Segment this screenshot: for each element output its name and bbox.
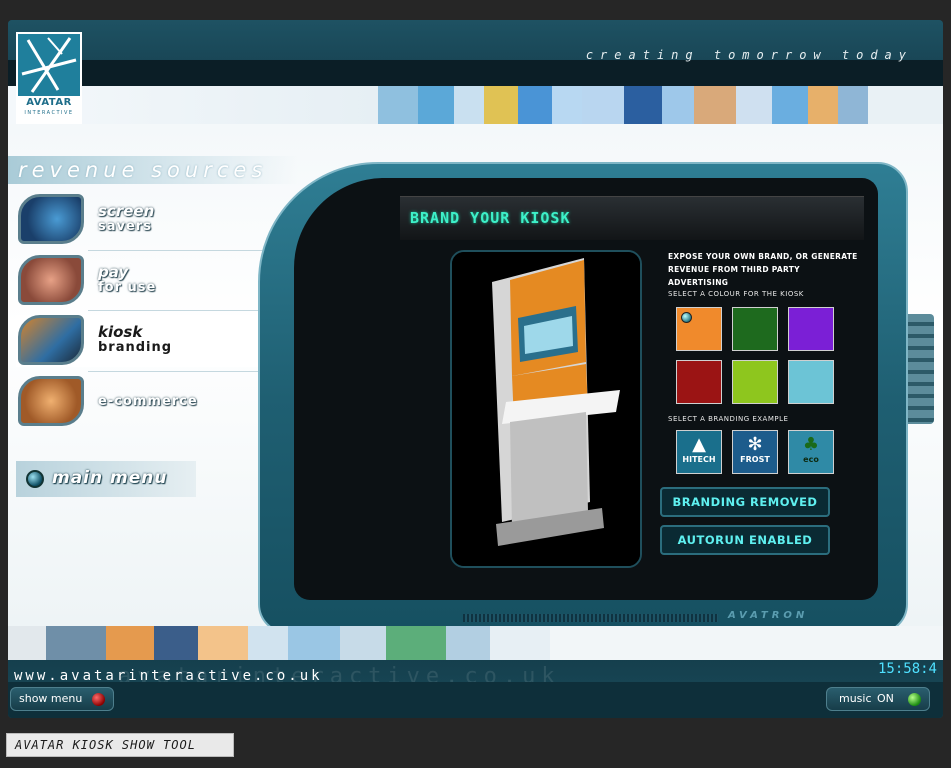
header-bar: creating tomorrow today xyxy=(8,20,943,86)
nav-label-line2: e-commerce xyxy=(98,394,198,409)
music-toggle-button[interactable]: music ON xyxy=(826,687,930,711)
avatar-logo: AVATAR INTERACTIVE xyxy=(16,32,82,126)
chevron-up-icon: ▲ xyxy=(692,434,706,455)
window-frame: creating tomorrow today AVATAR INTERACTI… xyxy=(0,0,951,768)
kiosk-preview xyxy=(450,250,642,568)
e-commerce-thumbnail xyxy=(18,376,84,426)
branding-label: SELECT A BRANDING EXAMPLE xyxy=(668,415,789,423)
colour-label: SELECT A COLOUR FOR THE KIOSK xyxy=(668,290,804,298)
panel-title: BRAND YOUR KIOSK xyxy=(410,209,571,227)
main-content: revenue sources screen savers pay for us… xyxy=(8,124,943,634)
logo-subtitle: INTERACTIVE xyxy=(24,110,74,116)
nav-label-line1: kiosk xyxy=(98,323,143,341)
brand-frost-button[interactable]: ✻ FROST xyxy=(732,430,778,474)
colour-swatch-light-blue[interactable] xyxy=(788,360,834,404)
brand-eco-button[interactable]: ♣ eco xyxy=(788,430,834,474)
nav-label-line2: for use xyxy=(98,280,157,295)
nav-label-line1: screen xyxy=(98,202,155,220)
app-screen: creating tomorrow today AVATAR INTERACTI… xyxy=(8,20,943,718)
nav-label: kiosk branding xyxy=(98,323,173,356)
pay-for-use-thumbnail xyxy=(18,255,84,305)
header-band xyxy=(8,60,943,86)
music-label: music xyxy=(839,692,872,705)
kiosk-branding-thumbnail xyxy=(18,315,84,365)
main-menu-button[interactable]: main menu xyxy=(16,461,196,497)
nav-label: e-commerce xyxy=(98,394,198,409)
nav-item-screen-savers[interactable]: screen savers xyxy=(16,194,286,246)
footer-bar: avatarinteractive.co.uk www.avatarintera… xyxy=(8,660,943,718)
panel-title-bar: BRAND YOUR KIOSK xyxy=(400,196,864,240)
show-menu-label: show menu xyxy=(19,692,83,705)
top-photo-strip xyxy=(8,86,943,124)
kiosk-device-panel: BRAND YOUR KIOSK EXPOSE YOUR OWN BRAND, … xyxy=(258,162,934,634)
brand-hitech-button[interactable]: ▲ HITECH xyxy=(676,430,722,474)
brand-name: HITECH xyxy=(682,455,716,464)
clock: 15:58:4 xyxy=(877,661,937,677)
nav-item-e-commerce[interactable]: e-commerce xyxy=(16,376,286,428)
main-menu-label: main menu xyxy=(52,468,168,488)
window-caption: AVATAR KIOSK SHOW TOOL xyxy=(6,733,234,757)
device-side-handle xyxy=(904,314,934,424)
bottom-photo-strip xyxy=(8,626,943,660)
logo-name: AVATAR xyxy=(26,97,72,108)
brand-name: FROST xyxy=(740,455,770,464)
panel-description: EXPOSE YOUR OWN BRAND, OR GENERATE REVEN… xyxy=(668,252,858,287)
colour-swatch-orange[interactable] xyxy=(676,307,722,351)
nav-item-kiosk-branding[interactable]: kiosk branding xyxy=(16,315,286,367)
autorun-enabled-button[interactable]: AUTORUN ENABLED xyxy=(660,525,830,555)
snowflake-icon: ✻ xyxy=(747,434,763,455)
colour-swatch-dark-green[interactable] xyxy=(732,307,778,351)
kiosk-preview-image xyxy=(452,252,640,566)
device-brand: AVATRON xyxy=(728,610,809,621)
show-menu-button[interactable]: show menu xyxy=(10,687,114,711)
colour-swatch-lime-green[interactable] xyxy=(732,360,778,404)
branding-removed-button[interactable]: BRANDING REMOVED xyxy=(660,487,830,517)
device-grill xyxy=(463,614,718,622)
logo-mark-icon xyxy=(18,34,80,96)
nav-label: screen savers xyxy=(98,202,155,235)
red-led-icon xyxy=(92,693,105,706)
nav-item-pay-for-use[interactable]: pay for use xyxy=(16,255,286,307)
selected-indicator-icon xyxy=(681,312,692,323)
nav-label-line2: savers xyxy=(98,219,152,234)
leaf-icon: ♣ xyxy=(802,434,820,455)
music-state: ON xyxy=(877,692,894,705)
main-menu-dot-icon xyxy=(26,470,44,488)
nav-label-line1: pay xyxy=(98,263,129,281)
nav-heading: revenue sources xyxy=(18,158,268,182)
nav-label-line2: branding xyxy=(98,340,173,355)
colour-swatch-dark-red[interactable] xyxy=(676,360,722,404)
footer-control-strip xyxy=(8,682,943,718)
colour-swatch-purple[interactable] xyxy=(788,307,834,351)
tagline: creating tomorrow today xyxy=(585,48,913,62)
screen-savers-thumbnail xyxy=(18,194,84,244)
nav-label: pay for use xyxy=(98,263,157,296)
brand-name: eco xyxy=(803,455,819,464)
green-led-icon xyxy=(908,693,921,706)
